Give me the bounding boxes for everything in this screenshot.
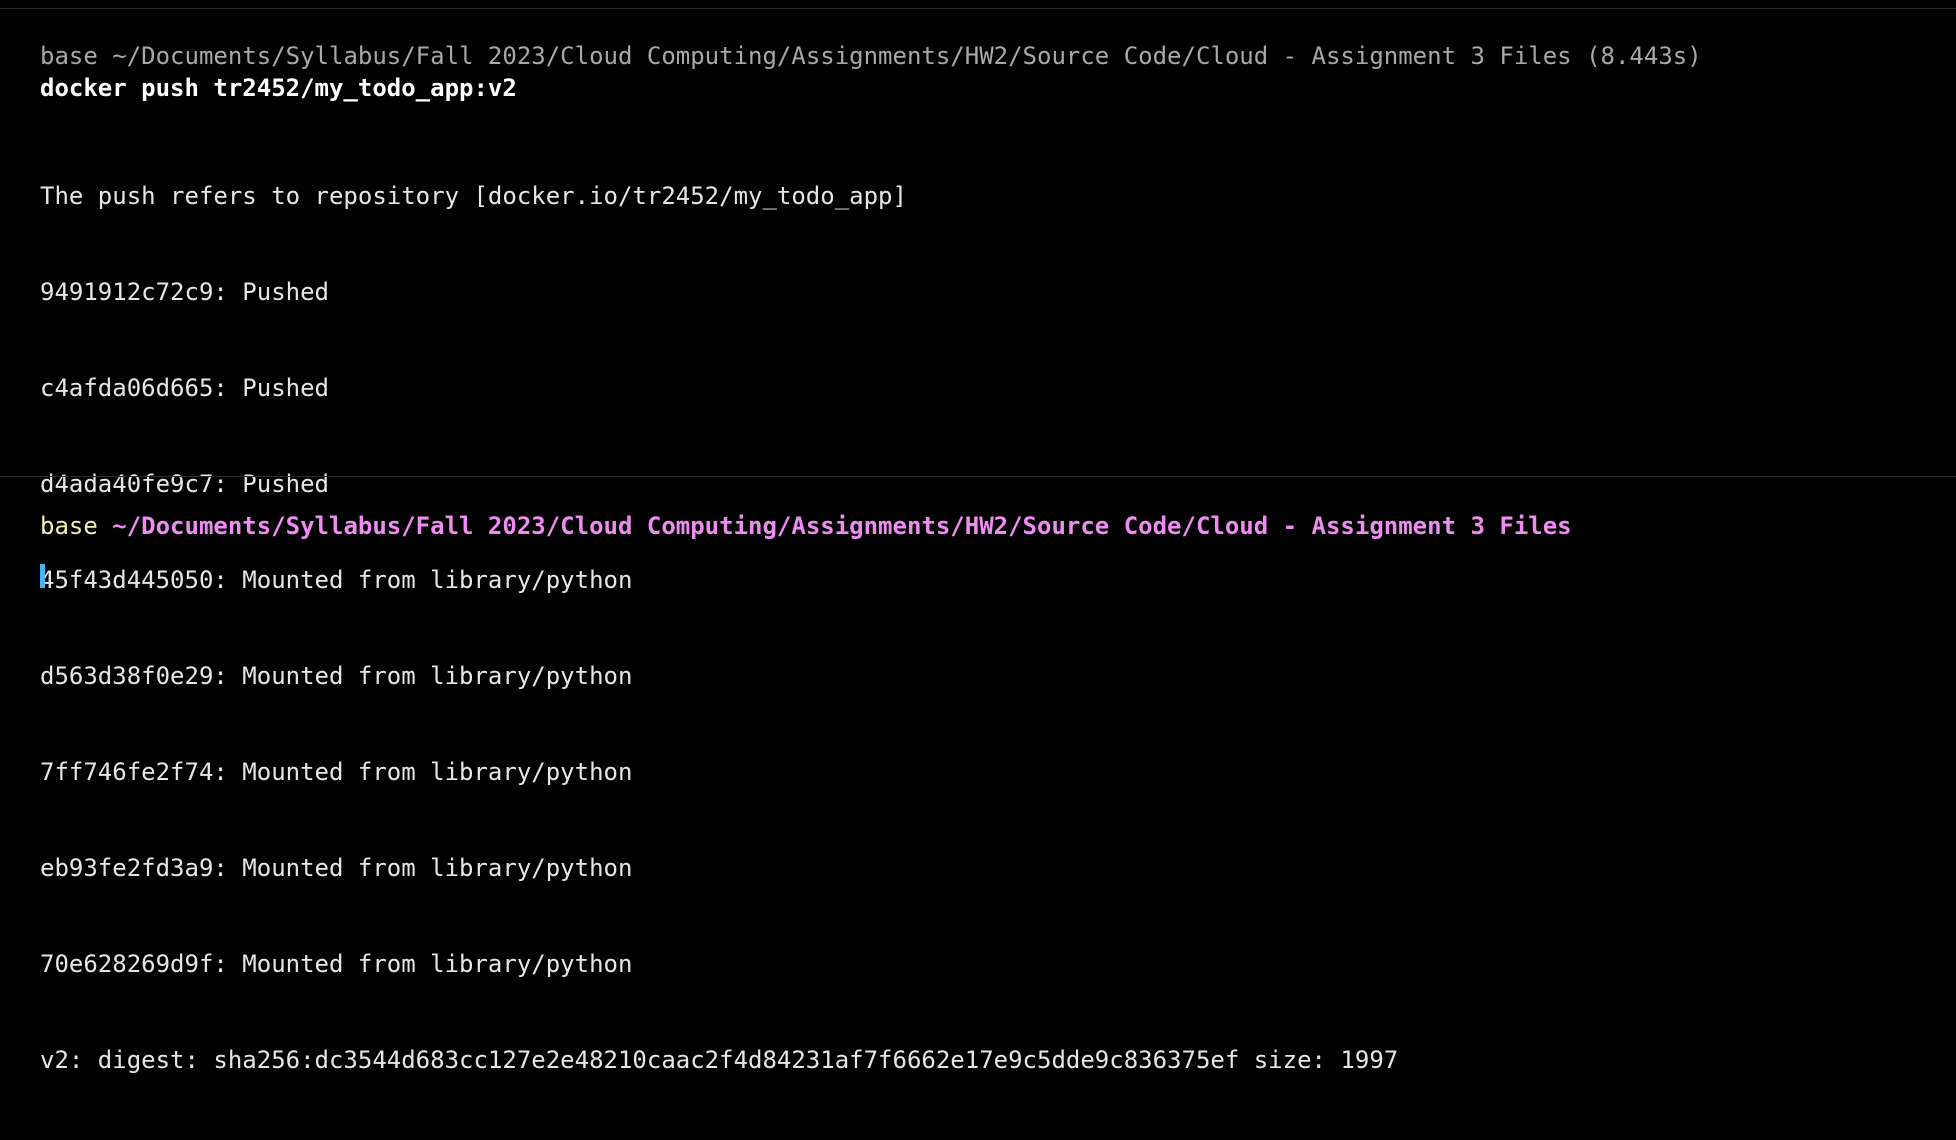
output-line: The push refers to repository [docker.io… [40,182,907,210]
block-divider [0,476,1956,477]
previous-prompt-header: base ~/Documents/Syllabus/Fall 2023/Clou… [40,40,1920,72]
command-output: The push refers to repository [docker.io… [40,116,1920,1140]
text-cursor[interactable] [40,564,45,588]
block-divider-top [0,8,1956,9]
previous-env-label: base [40,42,98,70]
output-line: d563d38f0e29: Mounted from library/pytho… [40,662,633,690]
current-prompt-block[interactable]: base ~/Documents/Syllabus/Fall 2023/Clou… [40,510,1920,542]
output-line: c4afda06d665: Pushed [40,374,329,402]
terminal-window[interactable]: base ~/Documents/Syllabus/Fall 2023/Clou… [0,0,1956,1074]
current-prompt: base ~/Documents/Syllabus/Fall 2023/Clou… [40,510,1920,542]
output-line: eb93fe2fd3a9: Mounted from library/pytho… [40,854,633,882]
previous-command-block[interactable]: base ~/Documents/Syllabus/Fall 2023/Clou… [40,40,1920,1140]
previous-path-label: ~/Documents/Syllabus/Fall 2023/Cloud Com… [112,42,1572,70]
executed-command: docker push tr2452/my_todo_app:v2 [40,74,517,102]
current-env-label: base [40,512,98,540]
output-line: v2: digest: sha256:dc3544d683cc127e2e482… [40,1046,1399,1074]
output-line: 9491912c72c9: Pushed [40,278,329,306]
output-line: 70e628269d9f: Mounted from library/pytho… [40,950,633,978]
output-line: d4ada40fe9c7: Pushed [40,470,329,498]
output-line: 7ff746fe2f74: Mounted from library/pytho… [40,758,633,786]
output-line: 45f43d445050: Mounted from library/pytho… [40,566,633,594]
command-duration: (8.443s) [1586,42,1702,70]
current-path-label: ~/Documents/Syllabus/Fall 2023/Cloud Com… [112,512,1572,540]
